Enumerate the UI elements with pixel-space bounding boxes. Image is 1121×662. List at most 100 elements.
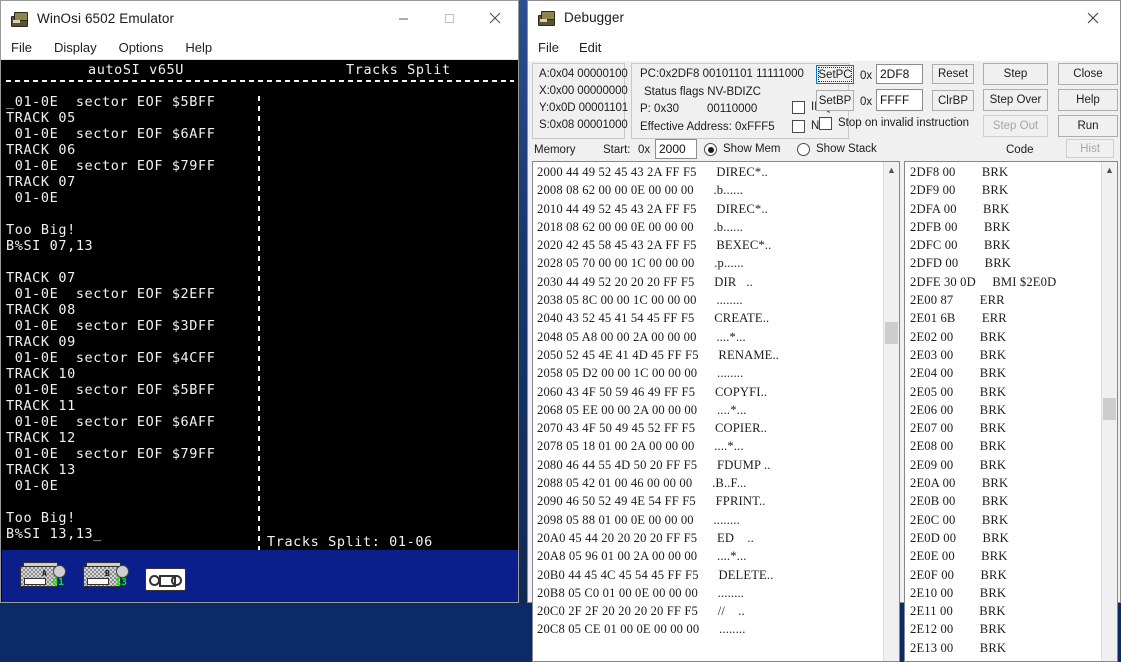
table-row[interactable]: 2DF9 00 BRK bbox=[910, 181, 1117, 199]
irq-checkbox[interactable] bbox=[792, 101, 805, 114]
table-row[interactable]: 2008 08 62 00 00 0E 00 00 00 .b...... bbox=[537, 181, 899, 199]
reset-button[interactable]: Reset bbox=[932, 64, 974, 84]
table-row[interactable]: 20B8 05 C0 01 00 0E 00 00 00 ........ bbox=[537, 584, 899, 602]
table-row[interactable]: 2E01 6B ERR bbox=[910, 309, 1117, 327]
show-mem-label: Show Mem bbox=[723, 143, 781, 155]
table-row[interactable]: 2DFB 00 BRK bbox=[910, 218, 1117, 236]
code-scroll-up-icon[interactable]: ▲ bbox=[1102, 162, 1117, 177]
debugger-menu-file[interactable]: File bbox=[538, 40, 559, 55]
debugger-title-bar: Debugger bbox=[528, 1, 1120, 34]
table-row[interactable]: 2050 52 45 4E 41 4D 45 FF F5 RENAME.. bbox=[537, 346, 899, 364]
table-row[interactable]: 2068 05 EE 00 00 2A 00 00 00 ....*... bbox=[537, 401, 899, 419]
table-row[interactable]: 2E0B 00 BRK bbox=[910, 492, 1117, 510]
table-row[interactable]: 2038 05 8C 00 00 1C 00 00 00 ........ bbox=[537, 291, 899, 309]
table-row[interactable]: 2E09 00 BRK bbox=[910, 456, 1117, 474]
screen-header-left: autoSI v65U bbox=[88, 62, 185, 78]
help-button[interactable]: Help bbox=[1058, 89, 1118, 111]
close-button[interactable]: Close bbox=[1058, 63, 1118, 85]
code-scroll-thumb[interactable] bbox=[1103, 398, 1116, 420]
run-button[interactable]: Run bbox=[1058, 115, 1118, 137]
table-row[interactable]: 2058 05 D2 00 00 1C 00 00 00 ........ bbox=[537, 364, 899, 382]
table-row[interactable]: 2E03 00 BRK bbox=[910, 346, 1117, 364]
table-row[interactable]: 2DF8 00 BRK bbox=[910, 163, 1117, 182]
table-row[interactable]: 2080 46 44 55 4D 50 20 FF F5 FDUMP .. bbox=[537, 456, 899, 474]
table-row[interactable]: 2028 05 70 00 00 1C 00 00 00 .p...... bbox=[537, 254, 899, 272]
memory-scroll-up-icon[interactable]: ▲ bbox=[884, 162, 899, 177]
table-row[interactable]: 2E0F 00 BRK bbox=[910, 566, 1117, 584]
memory-start-input[interactable]: 2000 bbox=[655, 139, 697, 159]
memory-dump-panel[interactable]: 2000 44 49 52 45 43 2A FF F5 DIREC*.. 200… bbox=[532, 161, 900, 662]
table-row[interactable]: 2060 43 4F 50 59 46 49 FF F5 COPYFI.. bbox=[537, 383, 899, 401]
show-mem-radio[interactable] bbox=[704, 143, 717, 156]
table-row[interactable]: 2E02 00 BRK bbox=[910, 328, 1117, 346]
drive-a-letter: A bbox=[42, 569, 47, 578]
setbp-button[interactable]: SetBP bbox=[816, 90, 854, 111]
code-scrollbar[interactable]: ▲ bbox=[1101, 162, 1117, 661]
table-row[interactable]: 2E05 00 BRK bbox=[910, 383, 1117, 401]
table-row[interactable]: 20A8 05 96 01 00 2A 00 00 00 ....*... bbox=[537, 547, 899, 565]
debugger-menu-edit[interactable]: Edit bbox=[579, 40, 601, 55]
table-row[interactable]: 2018 08 62 00 00 0E 00 00 00 .b...... bbox=[537, 218, 899, 236]
floppy-drive-b-icon[interactable]: B 13 bbox=[83, 562, 129, 590]
menu-help[interactable]: Help bbox=[185, 40, 212, 55]
nmi-checkbox[interactable] bbox=[792, 120, 805, 133]
table-row[interactable]: 2030 44 49 52 20 20 20 FF F5 DIR .. bbox=[537, 273, 899, 291]
step-button[interactable]: Step bbox=[983, 63, 1048, 85]
table-row[interactable]: 2098 05 88 01 00 0E 00 00 00 ........ bbox=[537, 511, 899, 529]
table-row[interactable]: 2E11 00 BRK bbox=[910, 602, 1117, 620]
code-disassembly-panel[interactable]: 2DF8 00 BRK 2DF9 00 BRK 2DFA 00 BRK 2DFB 00… bbox=[904, 161, 1118, 662]
clrbp-button[interactable]: ClrBP bbox=[932, 90, 974, 111]
table-row[interactable]: 2E14 00 BRK bbox=[910, 657, 1117, 661]
table-row[interactable]: 2070 43 4F 50 49 45 52 FF F5 COPIER.. bbox=[537, 419, 899, 437]
step-over-button[interactable]: Step Over bbox=[983, 89, 1048, 111]
minimize-icon[interactable] bbox=[380, 1, 426, 35]
table-row[interactable]: 2E12 00 BRK bbox=[910, 620, 1117, 638]
table-row[interactable]: 2E07 00 BRK bbox=[910, 419, 1117, 437]
table-row[interactable]: 2DFD 00 BRK bbox=[910, 254, 1117, 272]
table-row[interactable]: 2E04 00 BRK bbox=[910, 364, 1117, 382]
stop-invalid-checkbox[interactable] bbox=[819, 117, 832, 130]
table-row[interactable]: 2000 44 49 52 45 43 2A FF F5 DIREC*.. bbox=[537, 163, 899, 182]
table-row[interactable]: 2DFA 00 BRK bbox=[910, 200, 1117, 218]
table-row[interactable]: 2DFC 00 BRK bbox=[910, 236, 1117, 254]
table-row[interactable]: 20C8 05 CE 01 00 0E 00 00 00 ........ bbox=[537, 620, 899, 638]
table-row[interactable]: 2E06 00 BRK bbox=[910, 401, 1117, 419]
table-row[interactable]: 2020 42 45 58 45 43 2A FF F5 BEXEC*.. bbox=[537, 236, 899, 254]
menu-display[interactable]: Display bbox=[54, 40, 97, 55]
memory-scroll-thumb[interactable] bbox=[885, 322, 898, 344]
table-row[interactable]: 2040 43 52 45 41 54 45 FF F5 CREATE.. bbox=[537, 309, 899, 327]
floppy-drive-a-icon[interactable]: A 01 bbox=[20, 562, 66, 590]
table-row[interactable]: 2048 05 A8 00 00 2A 00 00 00 ....*... bbox=[537, 328, 899, 346]
debugger-close-icon[interactable] bbox=[1070, 1, 1116, 35]
memory-scrollbar[interactable]: ▲ bbox=[883, 162, 899, 661]
table-row[interactable]: 2078 05 18 01 00 2A 00 00 00 ....*... bbox=[537, 437, 899, 455]
bp-value-input[interactable]: FFFF bbox=[876, 89, 923, 111]
code-rows: 2DF8 00 BRK 2DF9 00 BRK 2DFA 00 BRK 2DFB 00… bbox=[905, 162, 1117, 661]
table-row[interactable]: 2E0D 00 BRK bbox=[910, 529, 1117, 547]
close-icon[interactable] bbox=[472, 1, 518, 35]
table-row[interactable]: 20C0 2F 2F 20 20 20 20 FF F5 // .. bbox=[537, 602, 899, 620]
cassette-icon[interactable] bbox=[145, 568, 186, 591]
table-row[interactable]: 2088 05 42 01 00 46 00 00 00 .B..F... bbox=[537, 474, 899, 492]
table-row[interactable]: 2E10 00 BRK bbox=[910, 584, 1117, 602]
table-row[interactable]: 2090 46 50 52 49 4E 54 FF F5 FPRINT.. bbox=[537, 492, 899, 510]
setpc-button[interactable]: SetPC bbox=[816, 65, 854, 84]
table-row[interactable]: 2E13 00 BRK bbox=[910, 639, 1117, 657]
table-row[interactable]: 2010 44 49 52 45 43 2A FF F5 DIREC*.. bbox=[537, 200, 899, 218]
emulator-screen[interactable]: autoSI v65U Tracks Split _01-0E sector E… bbox=[2, 60, 518, 550]
memory-rows: 2000 44 49 52 45 43 2A FF F5 DIREC*.. 200… bbox=[533, 162, 899, 639]
table-row[interactable]: 2E0E 00 BRK bbox=[910, 547, 1117, 565]
maximize-icon[interactable] bbox=[426, 1, 472, 35]
show-stack-radio[interactable] bbox=[797, 143, 810, 156]
menu-file[interactable]: File bbox=[11, 40, 32, 55]
table-row[interactable]: 2E00 87 ERR bbox=[910, 291, 1117, 309]
table-row[interactable]: 20A0 45 44 20 20 20 20 FF F5 ED .. bbox=[537, 529, 899, 547]
emulator-window-controls bbox=[380, 1, 518, 35]
pc-value-input[interactable]: 2DF8 bbox=[876, 64, 923, 84]
table-row[interactable]: 2E08 00 BRK bbox=[910, 437, 1117, 455]
table-row[interactable]: 2E0A 00 BRK bbox=[910, 474, 1117, 492]
table-row[interactable]: 2DFE 30 0D BMI $2E0D bbox=[910, 273, 1117, 291]
table-row[interactable]: 2E0C 00 BRK bbox=[910, 511, 1117, 529]
table-row[interactable]: 20B0 44 45 4C 45 54 45 FF F5 DELETE.. bbox=[537, 566, 899, 584]
menu-options[interactable]: Options bbox=[119, 40, 164, 55]
